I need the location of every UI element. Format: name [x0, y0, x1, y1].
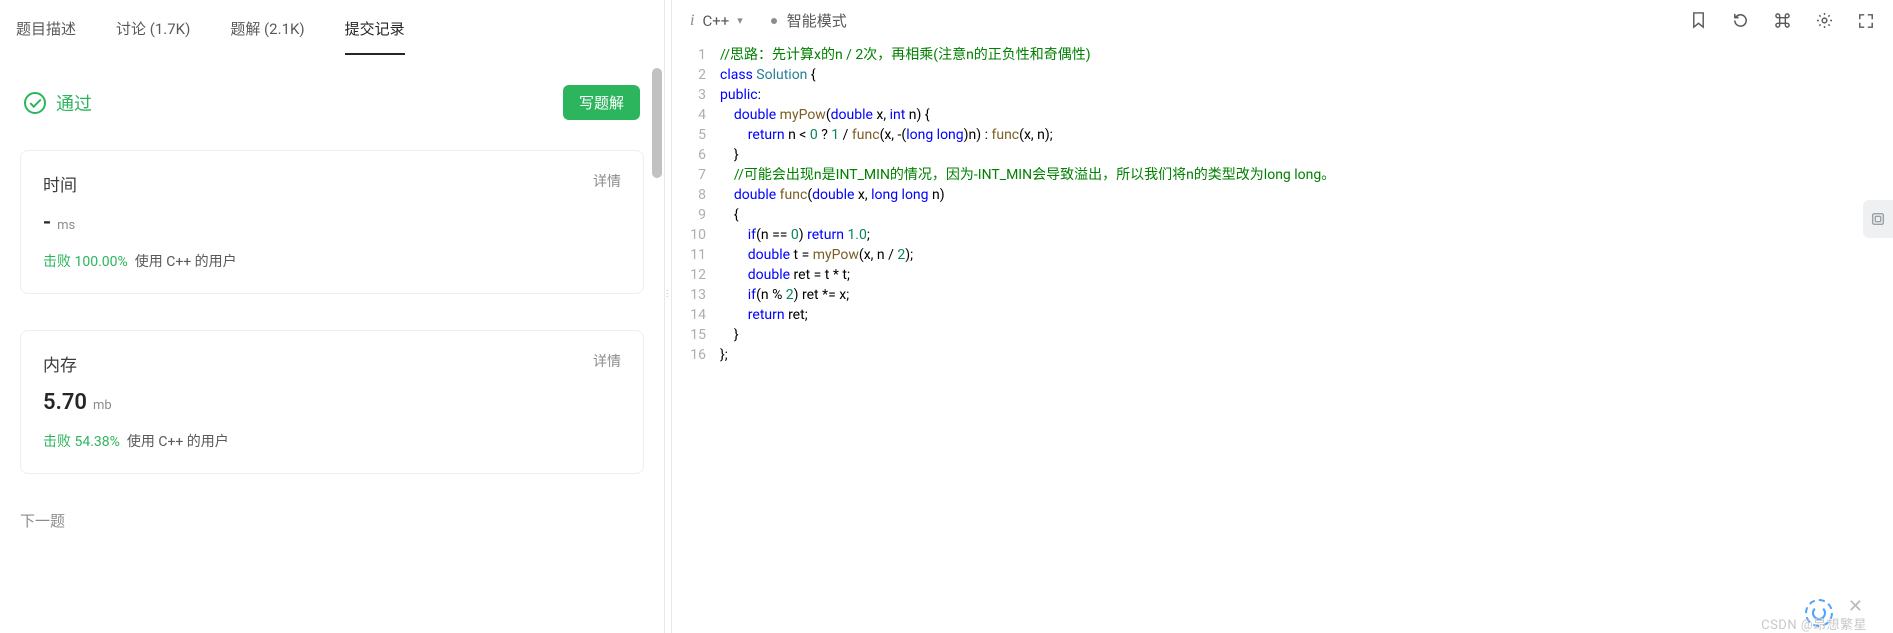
mode-label: 智能模式	[787, 10, 847, 31]
time-card: 时间 详情 - ms 击败 100.00% 使用 C++ 的用户	[20, 150, 644, 294]
next-problem-link[interactable]: 下一题	[20, 510, 652, 531]
chevron-down-icon: ▾	[737, 14, 743, 27]
loading-icon	[1805, 599, 1833, 627]
header-right	[1689, 12, 1875, 30]
code-editor[interactable]: 12345678910111213141516 //思路：先计算x的n / 2次…	[672, 41, 1893, 365]
gear-icon[interactable]	[1815, 12, 1833, 30]
editor-header: i C++ ▾ 智能模式	[672, 0, 1893, 41]
code-line: double myPow(double x, int n) {	[720, 105, 1893, 125]
memory-title: 内存	[43, 351, 621, 376]
info-icon: i	[690, 12, 694, 30]
memory-beat: 击败 54.38% 使用 C++ 的用户	[43, 431, 621, 451]
time-detail-link[interactable]: 详情	[593, 171, 621, 191]
editor-mode[interactable]: 智能模式	[771, 10, 847, 31]
language-selector[interactable]: i C++ ▾	[690, 12, 743, 30]
tab-solutions[interactable]: 题解 (2.1K)	[230, 10, 304, 55]
time-unit: ms	[57, 218, 75, 233]
time-beat-prefix: 击败	[43, 254, 71, 270]
dot-icon	[771, 18, 777, 24]
code-line: return ret;	[720, 305, 1893, 325]
memory-num: 5.70	[43, 390, 87, 415]
scroll-track[interactable]	[652, 68, 664, 633]
code-line: //可能会出现n是INT_MIN的情况，因为-INT_MIN会导致溢出，所以我们…	[720, 165, 1893, 185]
status-badge: 通过	[24, 90, 92, 116]
time-value: - ms	[43, 210, 621, 235]
panel-divider[interactable]: ···	[664, 0, 672, 633]
time-beat: 击败 100.00% 使用 C++ 的用户	[43, 251, 621, 271]
result-area: 通过 写题解	[0, 55, 664, 132]
memory-value: 5.70 mb	[43, 390, 621, 415]
code-line: }	[720, 325, 1893, 345]
check-icon	[24, 92, 46, 114]
code-line: {	[720, 205, 1893, 225]
header-left: i C++ ▾ 智能模式	[690, 10, 847, 31]
tab-discuss[interactable]: 讨论 (1.7K)	[116, 10, 190, 55]
command-icon[interactable]	[1773, 12, 1791, 30]
code-line: double t = myPow(x, n / 2);	[720, 245, 1893, 265]
expand-icon[interactable]	[1857, 12, 1875, 30]
tabs: 题目描述 讨论 (1.7K) 题解 (2.1K) 提交记录	[0, 0, 664, 55]
memory-beat-suffix: 使用 C++ 的用户	[127, 434, 229, 450]
bookmark-icon[interactable]	[1689, 12, 1707, 30]
code-area[interactable]: //思路：先计算x的n / 2次，再相乘(注意n的正负性和奇偶性)class S…	[720, 45, 1893, 365]
time-title: 时间	[43, 171, 621, 196]
right-panel: i C++ ▾ 智能模式	[672, 0, 1893, 633]
code-line: double func(double x, long long n)	[720, 185, 1893, 205]
tab-submissions[interactable]: 提交记录	[345, 10, 405, 55]
code-line: };	[720, 345, 1893, 365]
language-label: C++	[702, 12, 729, 30]
code-line: public:	[720, 85, 1893, 105]
code-line: double ret = t * t;	[720, 265, 1893, 285]
status-text: 通过	[56, 90, 92, 116]
code-line: }	[720, 145, 1893, 165]
line-gutter: 12345678910111213141516	[672, 45, 720, 365]
code-line: //思路：先计算x的n / 2次，再相乘(注意n的正负性和奇偶性)	[720, 45, 1893, 65]
reset-icon[interactable]	[1731, 12, 1749, 30]
memory-card: 内存 详情 5.70 mb 击败 54.38% 使用 C++ 的用户	[20, 330, 644, 474]
time-beat-suffix: 使用 C++ 的用户	[135, 254, 237, 270]
left-panel: 题目描述 讨论 (1.7K) 题解 (2.1K) 提交记录 通过 写题解 时间 …	[0, 0, 664, 633]
side-handle[interactable]	[1863, 200, 1893, 238]
memory-unit: mb	[93, 398, 112, 413]
time-num: -	[43, 210, 51, 235]
tab-description[interactable]: 题目描述	[16, 10, 76, 55]
memory-beat-pct: 54.38%	[74, 434, 119, 450]
code-line: if(n == 0) return 1.0;	[720, 225, 1893, 245]
memory-detail-link[interactable]: 详情	[593, 351, 621, 371]
time-beat-pct: 100.00%	[74, 254, 127, 270]
code-line: class Solution {	[720, 65, 1893, 85]
code-line: if(n % 2) ret *= x;	[720, 285, 1893, 305]
close-icon[interactable]: ✕	[1848, 596, 1863, 617]
memory-beat-prefix: 击败	[43, 434, 71, 450]
write-solution-button[interactable]: 写题解	[563, 85, 640, 120]
scroll-thumb[interactable]	[652, 68, 662, 178]
code-line: return n < 0 ? 1 / func(x, -(long long)n…	[720, 125, 1893, 145]
